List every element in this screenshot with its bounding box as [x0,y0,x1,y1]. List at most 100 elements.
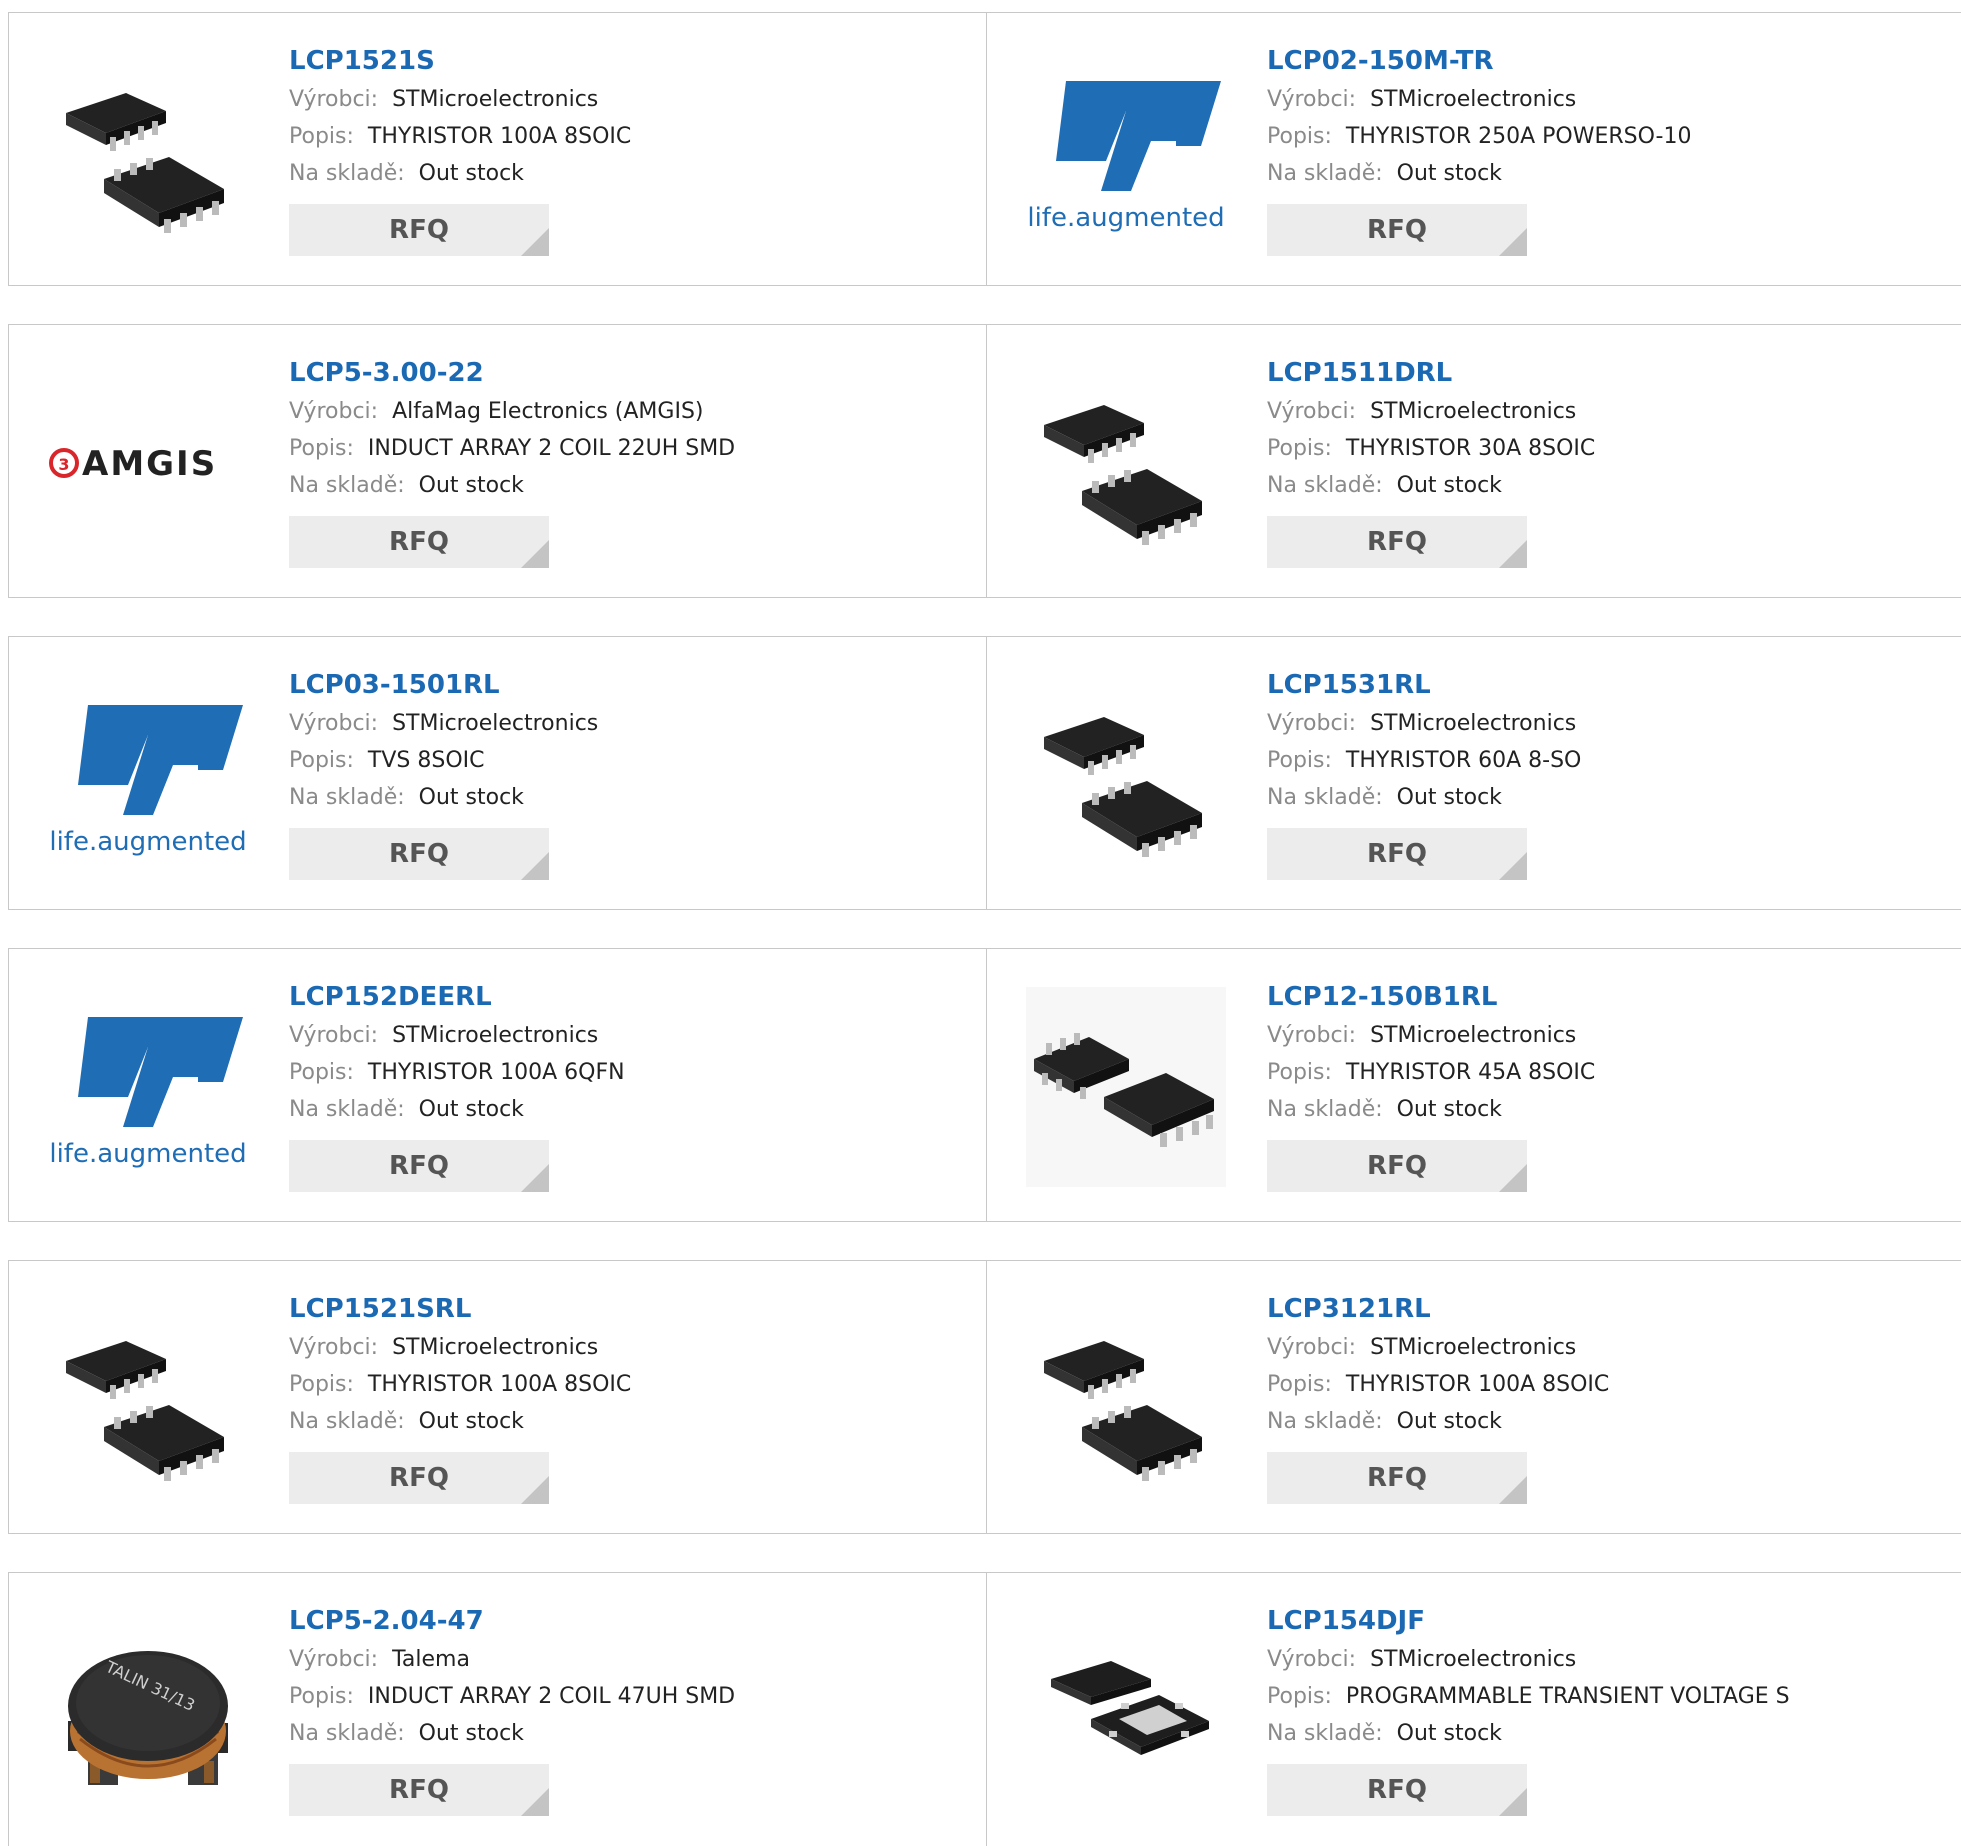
rfq-button[interactable]: RFQ [1267,1140,1527,1192]
part-number-link[interactable]: LCP1531RL [1267,665,1581,705]
amgis-logo-icon: 3 AMGIS [49,444,215,484]
product-info: LCP1531RL Výrobci: STMicroelectronics Pop… [1267,665,1581,880]
rfq-button[interactable]: RFQ [1267,204,1527,256]
product-card: life.augmented LCP152DEERL Výrobci: STMic… [9,949,987,1221]
rfq-button[interactable]: RFQ [289,1452,549,1504]
part-number-link[interactable]: LCP3121RL [1267,1289,1609,1329]
product-info: LCP1521SRL Výrobci: STMicroelectronics Po… [289,1289,631,1504]
soic8-pair-icon [1044,405,1202,545]
manufacturer-field: Výrobci: STMicroelectronics [289,705,598,742]
product-row: LCP1521S Výrobci: STMicroelectronics Popi… [8,12,1961,286]
manufacturer-field: Výrobci: STMicroelectronics [289,1017,625,1054]
part-number-link[interactable]: LCP1521SRL [289,1289,631,1329]
rfq-button[interactable]: RFQ [1267,828,1527,880]
part-number-link[interactable]: LCP152DEERL [289,977,625,1017]
description-field: Popis: PROGRAMMABLE TRANSIENT VOLTAGE S [1267,1678,1790,1715]
product-image[interactable]: 3 AMGIS [48,363,248,563]
part-number-link[interactable]: LCP1521S [289,41,631,81]
manufacturer-field: Výrobci: STMicroelectronics [1267,1017,1595,1054]
product-info: LCP12-150B1RL Výrobci: STMicroelectronics… [1267,977,1595,1192]
corner-triangle-icon [1499,1164,1527,1192]
manufacturer-value: STMicroelectronics [1370,87,1577,112]
stock-label: Na skladě: [1267,1097,1383,1122]
part-number-link[interactable]: LCP1511DRL [1267,353,1595,393]
product-row: TALIN 31/13 LCP5-2.04-47 Výrobci: Talema … [8,1572,1961,1846]
rfq-button[interactable]: RFQ [289,204,549,256]
manufacturer-label: Výrobci: [1267,399,1357,424]
product-image[interactable] [1026,1299,1226,1499]
description-label: Popis: [1267,748,1332,773]
stock-value: Out stock [418,785,524,810]
description-label: Popis: [289,748,354,773]
manufacturer-field: Výrobci: STMicroelectronics [289,1329,631,1366]
manufacturer-value: STMicroelectronics [1370,1023,1577,1048]
product-image[interactable] [48,1299,248,1499]
st-logo-icon: life.augmented [1027,81,1225,233]
stock-label: Na skladě: [289,785,405,810]
rfq-button[interactable]: RFQ [289,1140,549,1192]
product-info: LCP5-2.04-47 Výrobci: Talema Popis: INDUCT… [289,1601,735,1816]
description-field: Popis: THYRISTOR 250A POWERSO-10 [1267,118,1691,155]
qfn-pair-icon [1051,1661,1209,1755]
product-image[interactable]: life.augmented [48,675,248,875]
stock-label: Na skladě: [289,1097,405,1122]
description-value: THYRISTOR 45A 8SOIC [1345,1060,1596,1085]
manufacturer-field: Výrobci: STMicroelectronics [289,81,631,118]
product-card: LCP1521S Výrobci: STMicroelectronics Popi… [9,13,987,285]
description-label: Popis: [289,124,354,149]
product-image[interactable] [1026,675,1226,875]
product-image[interactable]: TALIN 31/13 [48,1611,248,1811]
manufacturer-label: Výrobci: [289,711,379,736]
product-image[interactable] [1026,363,1226,563]
rfq-button[interactable]: RFQ [1267,1452,1527,1504]
rfq-button[interactable]: RFQ [289,516,549,568]
stock-value: Out stock [1396,785,1502,810]
manufacturer-value: STMicroelectronics [1370,1335,1577,1360]
product-image[interactable] [48,51,248,251]
product-card: life.augmented LCP02-150M-TR Výrobci: STM… [987,13,1961,285]
stock-value: Out stock [418,1409,524,1434]
product-card: LCP3121RL Výrobci: STMicroelectronics Pop… [987,1261,1961,1533]
rfq-label: RFQ [389,1151,449,1181]
part-number-link[interactable]: LCP154DJF [1267,1601,1790,1641]
part-number-link[interactable]: LCP12-150B1RL [1267,977,1595,1017]
product-info: LCP5-3.00-22 Výrobci: AlfaMag Electronics… [289,353,735,568]
product-image[interactable] [1026,1611,1226,1811]
manufacturer-label: Výrobci: [1267,1647,1357,1672]
manufacturer-field: Výrobci: AlfaMag Electronics (AMGIS) [289,393,735,430]
stock-field: Na skladě: Out stock [289,1715,735,1752]
stock-field: Na skladě: Out stock [289,155,631,192]
description-value: THYRISTOR 100A 8SOIC [1345,1372,1610,1397]
product-image[interactable] [1026,987,1226,1187]
part-number-link[interactable]: LCP5-3.00-22 [289,353,735,393]
product-info: LCP03-1501RL Výrobci: STMicroelectronics … [289,665,598,880]
description-label: Popis: [1267,1372,1332,1397]
part-number-link[interactable]: LCP5-2.04-47 [289,1601,735,1641]
stock-field: Na skladě: Out stock [289,779,598,816]
description-label: Popis: [1267,1060,1332,1085]
inductor-icon: TALIN 31/13 [68,1651,228,1785]
manufacturer-field: Výrobci: STMicroelectronics [1267,1641,1790,1678]
stock-label: Na skladě: [289,161,405,186]
manufacturer-field: Výrobci: STMicroelectronics [1267,1329,1609,1366]
product-image[interactable]: life.augmented [48,987,248,1187]
soic8-side-icon [1034,1033,1214,1147]
corner-triangle-icon [1499,540,1527,568]
stock-label: Na skladě: [289,1409,405,1434]
soic8-pair-icon [66,1341,224,1481]
part-number-link[interactable]: LCP03-1501RL [289,665,598,705]
product-card: 3 AMGIS LCP5-3.00-22 Výrobci: AlfaMag Ele… [9,325,987,597]
rfq-button[interactable]: RFQ [1267,516,1527,568]
rfq-label: RFQ [1367,1151,1427,1181]
product-image[interactable]: life.augmented [1026,51,1226,251]
part-number-link[interactable]: LCP02-150M-TR [1267,41,1691,81]
stock-value: Out stock [418,161,524,186]
stock-field: Na skladě: Out stock [1267,1091,1595,1128]
rfq-button[interactable]: RFQ [1267,1764,1527,1816]
corner-triangle-icon [1499,1788,1527,1816]
rfq-button[interactable]: RFQ [289,828,549,880]
rfq-button[interactable]: RFQ [289,1764,549,1816]
stock-field: Na skladě: Out stock [1267,1715,1790,1752]
description-value: THYRISTOR 250A POWERSO-10 [1345,124,1692,149]
manufacturer-label: Výrobci: [289,399,379,424]
